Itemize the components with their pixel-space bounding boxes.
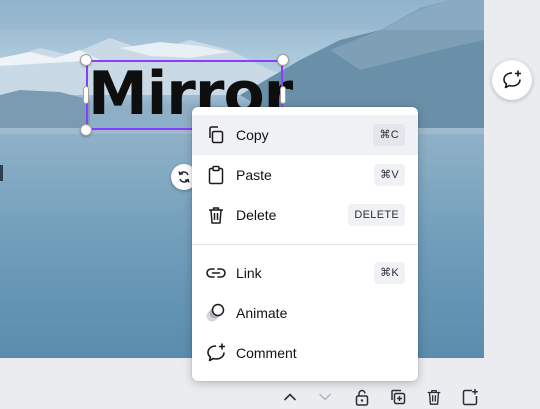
- copy-icon: [205, 124, 227, 146]
- menu-item-link[interactable]: Link ⌘K: [192, 253, 418, 293]
- menu-item-animate[interactable]: Animate: [192, 293, 418, 333]
- menu-item-label: Link: [236, 265, 262, 281]
- resize-handle-top-left[interactable]: [80, 54, 92, 66]
- paste-icon: [205, 164, 227, 186]
- shortcut-badge: DELETE: [348, 204, 405, 226]
- rotate-icon: [178, 171, 190, 183]
- duplicate-icon: [391, 389, 406, 405]
- delete-page-button[interactable]: [424, 387, 444, 407]
- shortcut-badge: ⌘K: [374, 262, 405, 284]
- context-menu: Copy ⌘C Paste ⌘V Delete DELETE Link ⌘K A…: [192, 107, 418, 381]
- resize-handle-right[interactable]: [280, 86, 286, 104]
- lock-page-button[interactable]: [352, 387, 372, 407]
- duplicate-page-button[interactable]: [388, 387, 408, 407]
- canvas-gutter: [484, 0, 540, 358]
- shortcut-badge: ⌘C: [373, 124, 405, 146]
- add-page-button[interactable]: [460, 387, 480, 407]
- comment-add-icon: [503, 70, 521, 89]
- trash-icon: [205, 204, 227, 226]
- add-comment-button[interactable]: [492, 60, 532, 100]
- chevron-up-icon: [284, 393, 296, 401]
- lock-icon: [355, 389, 369, 406]
- menu-item-label: Copy: [236, 127, 269, 143]
- menu-item-label: Delete: [236, 207, 277, 223]
- chevron-down-icon: [319, 393, 331, 401]
- menu-item-label: Comment: [236, 345, 297, 361]
- comment-add-icon: [205, 342, 227, 364]
- menu-item-delete[interactable]: Delete DELETE: [192, 195, 418, 235]
- trash-icon: [427, 390, 441, 405]
- menu-divider: [192, 244, 418, 245]
- move-page-down-button[interactable]: [315, 387, 335, 407]
- menu-item-comment[interactable]: Comment: [192, 333, 418, 373]
- menu-item-copy[interactable]: Copy ⌘C: [192, 115, 418, 155]
- shortcut-badge: ⌘V: [374, 164, 405, 186]
- resize-handle-top-right[interactable]: [277, 54, 289, 66]
- menu-item-label: Paste: [236, 167, 272, 183]
- editor-stage: Mirror Copy ⌘C Paste ⌘V Delete DELETE Li…: [0, 0, 540, 409]
- animate-icon: [205, 302, 227, 324]
- menu-item-paste[interactable]: Paste ⌘V: [192, 155, 418, 195]
- menu-item-label: Animate: [236, 305, 288, 321]
- resize-handle-left[interactable]: [83, 86, 89, 104]
- move-page-up-button[interactable]: [280, 387, 300, 407]
- add-page-icon: [462, 389, 478, 406]
- link-icon: [205, 262, 227, 284]
- resize-handle-bottom-left[interactable]: [80, 124, 92, 136]
